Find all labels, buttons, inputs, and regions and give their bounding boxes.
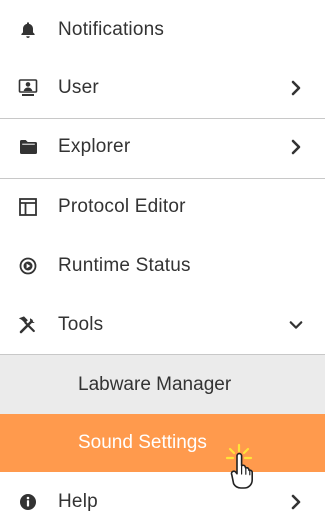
menu-item-notifications[interactable]: Notifications	[0, 8, 325, 52]
hand-pointer-icon	[224, 442, 258, 490]
folder-icon	[18, 137, 38, 157]
menu-item-runtime-status[interactable]: Runtime Status	[0, 244, 325, 288]
play-circle-icon	[18, 256, 38, 276]
divider	[0, 178, 325, 179]
user-monitor-icon	[18, 78, 38, 98]
menu-item-label: Notifications	[58, 19, 165, 40]
submenu-item-sound-settings[interactable]: Sound Settings	[0, 414, 325, 472]
menu-item-label: User	[58, 77, 99, 98]
info-icon	[18, 492, 38, 512]
menu-item-label: Runtime Status	[58, 255, 191, 276]
menu-item-label: Protocol Editor	[58, 196, 186, 217]
menu-item-user[interactable]: User	[0, 66, 325, 110]
chevron-down-icon	[289, 318, 303, 332]
side-menu: Notifications User Explorer Protocol Edi…	[0, 0, 325, 529]
menu-item-help[interactable]: Help	[0, 480, 325, 524]
layout-icon	[18, 197, 38, 217]
menu-item-tools[interactable]: Tools	[0, 303, 325, 347]
menu-item-label: Explorer	[58, 136, 131, 157]
chevron-right-icon	[289, 494, 303, 510]
submenu-item-label: Labware Manager	[78, 374, 232, 395]
bell-icon	[18, 20, 38, 40]
chevron-right-icon	[289, 80, 303, 96]
menu-item-label: Tools	[58, 314, 104, 335]
chevron-right-icon	[289, 139, 303, 155]
menu-item-protocol-editor[interactable]: Protocol Editor	[0, 185, 325, 229]
divider	[0, 118, 325, 119]
tools-icon	[18, 315, 38, 335]
menu-item-explorer[interactable]: Explorer	[0, 125, 325, 169]
submenu-item-labware-manager[interactable]: Labware Manager	[0, 354, 325, 415]
menu-item-label: Help	[58, 491, 98, 512]
submenu-item-label: Sound Settings	[78, 432, 207, 453]
